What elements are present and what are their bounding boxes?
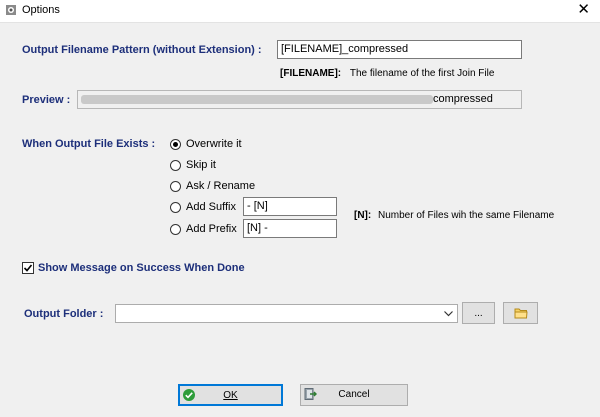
folder-icon <box>514 308 528 319</box>
radio-button[interactable] <box>170 201 181 213</box>
ok-button-label: OK <box>223 390 238 401</box>
preview-field: compressed <box>77 90 522 109</box>
n-note-text: Number of Files wih the same Filename <box>378 210 555 221</box>
output-folder-label: Output Folder : <box>24 308 104 320</box>
output-folder-combo[interactable] <box>115 304 458 323</box>
radio-add-suffix[interactable]: Add Suffix <box>170 199 236 215</box>
close-icon[interactable]: ✕ <box>577 1 590 19</box>
radio-add-prefix-label: Add Prefix <box>186 223 237 235</box>
when-exists-label: When Output File Exists : <box>22 138 156 150</box>
cancel-button-label: Cancel <box>338 389 370 400</box>
radio-button[interactable] <box>170 138 181 150</box>
filename-note-text: The filename of the first Join File <box>349 68 495 79</box>
title-bar: Options ✕ <box>0 0 600 22</box>
cancel-button[interactable]: Cancel <box>300 384 408 406</box>
radio-add-suffix-label: Add Suffix <box>186 201 236 213</box>
window-title: Options <box>22 4 60 16</box>
suffix-input[interactable]: - [N] <box>243 197 337 216</box>
radio-skip[interactable]: Skip it <box>170 157 216 173</box>
radio-ask-rename[interactable]: Ask / Rename <box>170 178 255 194</box>
n-note: [N]: Number of Files wih the same Filena… <box>354 210 554 221</box>
n-note-key: [N]: <box>354 210 372 221</box>
radio-overwrite-label: Overwrite it <box>186 138 242 150</box>
blurred-text <box>81 94 433 104</box>
radio-overwrite[interactable]: Overwrite it <box>170 136 242 152</box>
prefix-input[interactable]: [N] - <box>243 219 337 238</box>
radio-skip-label: Skip it <box>186 159 216 171</box>
radio-ask-rename-label: Ask / Rename <box>186 180 256 192</box>
chevron-down-icon[interactable] <box>440 305 457 322</box>
radio-button[interactable] <box>170 159 181 171</box>
ok-button[interactable]: OK <box>178 384 283 406</box>
preview-value: compressed <box>433 93 493 105</box>
output-pattern-input[interactable]: [FILENAME]_compressed <box>277 40 522 59</box>
show-message-label[interactable]: Show Message on Success When Done <box>38 262 245 274</box>
radio-button[interactable] <box>170 223 181 235</box>
filename-note: [FILENAME]: The filename of the first Jo… <box>280 68 494 79</box>
radio-button[interactable] <box>170 180 181 192</box>
browse-button[interactable]: ... <box>462 302 495 324</box>
checkmark-icon <box>23 264 33 272</box>
browse-button-label: ... <box>474 307 483 319</box>
radio-add-prefix[interactable]: Add Prefix <box>170 221 237 237</box>
open-folder-button[interactable] <box>503 302 538 324</box>
show-message-checkbox[interactable] <box>22 262 34 274</box>
app-icon <box>6 5 16 15</box>
filename-note-key: [FILENAME]: <box>280 68 342 79</box>
output-pattern-label: Output Filename Pattern (without Extensi… <box>22 44 262 56</box>
preview-label: Preview : <box>22 94 71 106</box>
